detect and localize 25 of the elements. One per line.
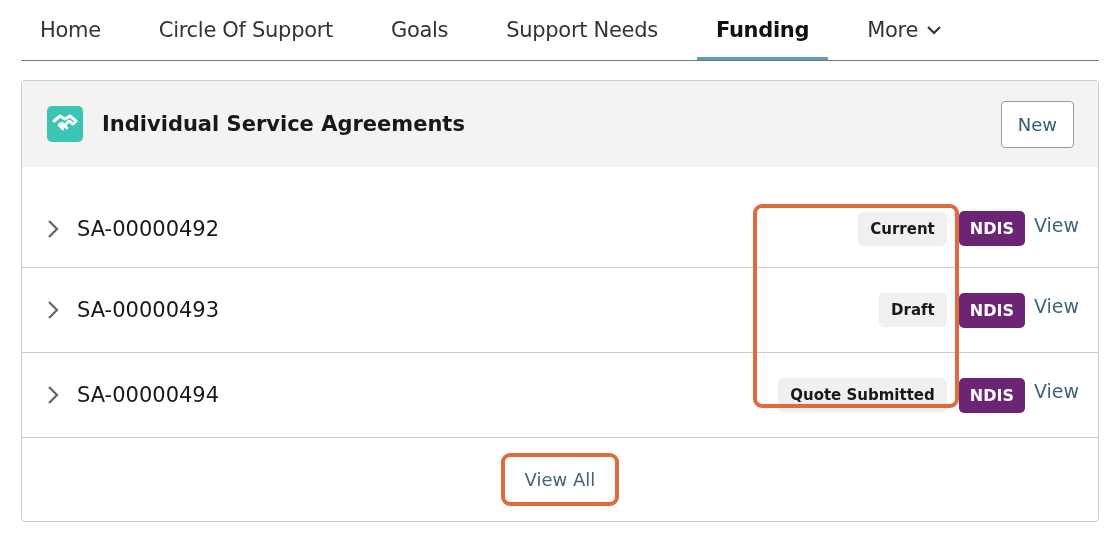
status-badge: Draft — [879, 293, 947, 327]
handshake-icon — [47, 106, 83, 142]
status-badge: Current — [858, 211, 947, 246]
program-badge: NDIS — [958, 292, 1025, 328]
chevron-icon[interactable] — [47, 218, 59, 239]
tab[interactable]: Circle Of Support — [158, 0, 333, 60]
chevron-icon[interactable] — [47, 385, 59, 405]
view-link[interactable]: View — [1033, 213, 1079, 236]
program-badge: NDIS — [958, 211, 1025, 246]
card-title: Individual Service Agreements — [102, 112, 466, 136]
program-badge: NDIS — [958, 377, 1025, 413]
caret-icon — [926, 25, 943, 35]
view-all-link[interactable]: View All — [500, 453, 620, 506]
tab[interactable]: Home — [40, 0, 101, 60]
tab[interactable]: More — [867, 0, 943, 60]
chevron-icon[interactable] — [47, 300, 59, 320]
agreement-id: SA-00000492 — [77, 216, 221, 241]
tab[interactable]: Goals — [391, 0, 449, 60]
tab[interactable]: Funding — [696, 0, 829, 60]
new-button[interactable]: New — [1000, 100, 1074, 148]
agreement-id: SA-00000494 — [77, 383, 221, 407]
view-link[interactable]: View — [1033, 380, 1079, 402]
tab[interactable]: Support Needs — [506, 0, 658, 60]
agreement-id: SA-00000493 — [77, 298, 221, 322]
view-link[interactable]: View — [1033, 295, 1079, 317]
